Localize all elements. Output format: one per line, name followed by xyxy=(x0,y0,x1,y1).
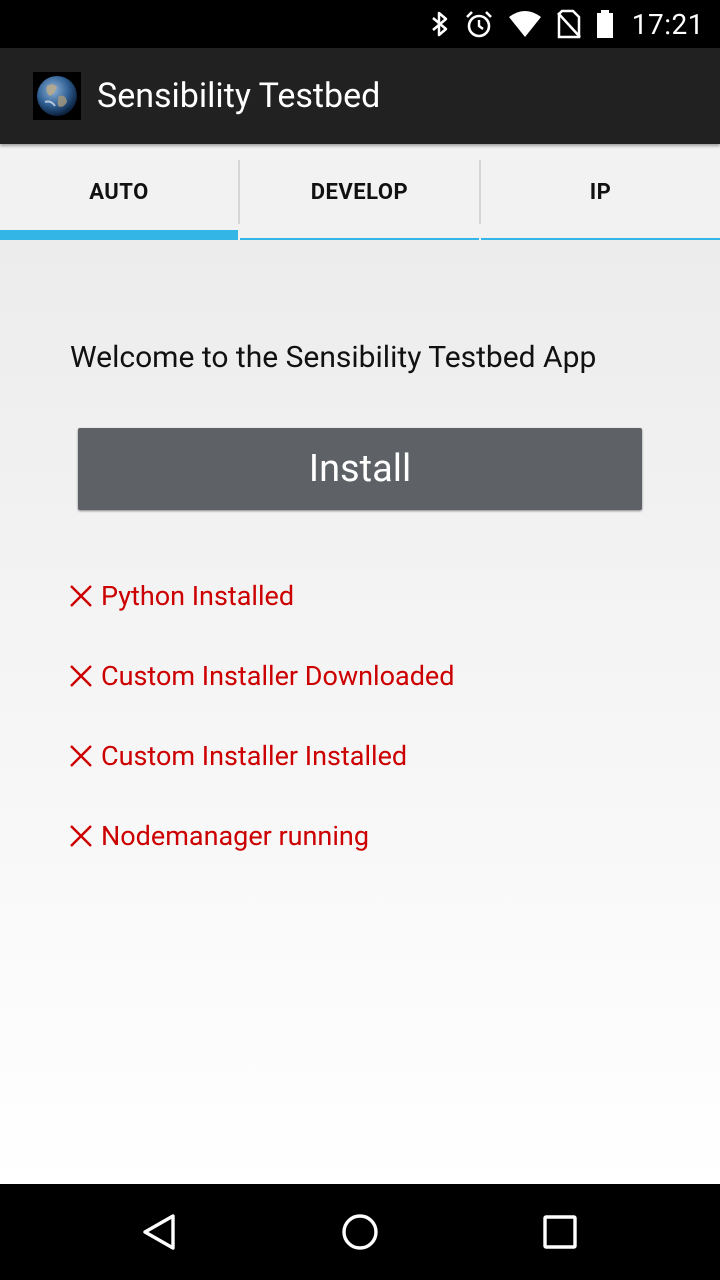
tab-label: AUTO xyxy=(89,179,149,205)
x-icon xyxy=(70,745,92,767)
alarm-icon xyxy=(464,9,494,39)
no-sim-icon xyxy=(556,9,582,39)
wifi-icon xyxy=(508,10,542,38)
auto-tab-content: Welcome to the Sensibility Testbed App I… xyxy=(0,240,720,1184)
back-button[interactable] xyxy=(130,1202,190,1262)
x-icon xyxy=(70,825,92,847)
check-nodemanager-running: Nodemanager running xyxy=(68,816,369,856)
earth-icon xyxy=(33,72,81,120)
recents-button[interactable] xyxy=(530,1202,590,1262)
battery-icon xyxy=(596,9,614,39)
tab-label: DEVELOP xyxy=(310,179,409,205)
status-bar: 17:21 xyxy=(0,0,720,48)
tab-bar: AUTO DEVELOP IP xyxy=(0,144,720,240)
tab-indicator xyxy=(0,230,238,240)
x-icon xyxy=(70,585,92,607)
x-icon xyxy=(70,665,92,687)
tab-ip[interactable]: IP xyxy=(481,144,720,240)
app-title: Sensibility Testbed xyxy=(97,76,381,116)
tab-develop[interactable]: DEVELOP xyxy=(240,144,479,240)
install-button[interactable]: Install xyxy=(78,428,642,510)
check-label: Custom Installer Installed xyxy=(101,740,408,772)
check-custom-installer-installed: Custom Installer Installed xyxy=(68,736,407,776)
home-icon xyxy=(342,1214,378,1250)
app-bar: Sensibility Testbed xyxy=(0,48,720,144)
check-python-installed: Python Installed xyxy=(68,576,294,616)
tab-label: IP xyxy=(589,179,612,205)
check-label: Custom Installer Downloaded xyxy=(101,660,455,692)
check-label: Python Installed xyxy=(101,580,295,612)
navigation-bar xyxy=(0,1184,720,1280)
check-custom-installer-downloaded: Custom Installer Downloaded xyxy=(68,656,454,696)
back-icon xyxy=(143,1214,175,1250)
tab-auto[interactable]: AUTO xyxy=(0,144,238,240)
welcome-text: Welcome to the Sensibility Testbed App xyxy=(70,340,597,375)
recents-icon xyxy=(543,1215,577,1249)
home-button[interactable] xyxy=(330,1202,390,1262)
check-label: Nodemanager running xyxy=(101,820,369,852)
clock: 17:21 xyxy=(631,7,704,41)
bluetooth-icon xyxy=(430,9,450,39)
